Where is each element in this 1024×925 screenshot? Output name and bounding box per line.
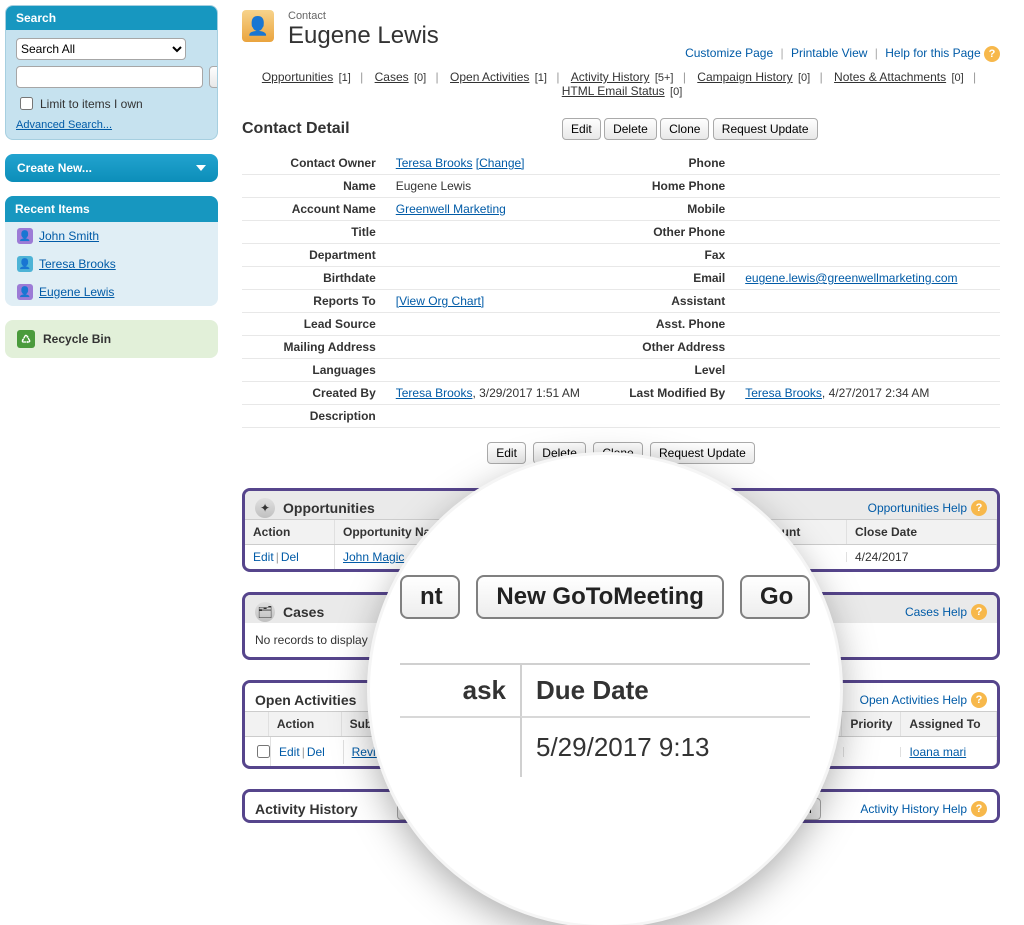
section-title: Contact Detail [242,120,350,138]
open-activities-help-link[interactable]: Open Activities Help ? [860,692,987,708]
help-links: Customize Page | Printable View | Help f… [685,46,1000,62]
search-input[interactable] [16,66,203,88]
table-row: Edit|Del John Magic 4/24/2017 [245,545,997,569]
opportunity-icon: ✦ [255,498,275,518]
clone-button[interactable]: Clone [660,118,709,140]
detail-table: Contact Owner Teresa Brooks [Change] Pho… [242,152,1000,428]
recent-item-link[interactable]: Eugene Lewis [39,285,114,299]
assigned-to-link[interactable]: Ioana mari [909,745,966,759]
edit-button[interactable]: Edit [487,442,526,464]
related-list-nav: Opportunities [1] | Cases [0] | Open Act… [242,70,1000,98]
opportunities-section: ✦ Opportunities New Opportunity Opportun… [242,488,1000,572]
cases-section: 🗂 Cases New Case Cases Help ? No records… [242,592,1000,660]
case-icon: 🗂 [255,602,275,622]
new-case-button[interactable]: New Case [578,601,651,623]
account-link[interactable]: Greenwell Marketing [396,202,506,216]
subject-link[interactable]: Review the proposal [352,745,461,759]
search-scope-select[interactable]: Search All [16,38,186,60]
owner-link[interactable]: Teresa Brooks [396,156,473,170]
del-link[interactable]: Del [281,550,299,564]
recycle-icon: ♺ [17,330,35,348]
del-link[interactable]: Del [307,745,325,759]
modified-by-link[interactable]: Teresa Brooks [745,386,822,400]
created-by-link[interactable]: Teresa Brooks [396,386,473,400]
new-task-button[interactable]: New Task [573,689,643,711]
nav-campaign-history[interactable]: Campaign History [697,70,792,84]
delete-button[interactable]: Delete [604,118,657,140]
nav-html-email-status[interactable]: HTML Email Status [562,84,665,98]
user-icon: 👤 [17,256,33,272]
edit-link[interactable]: Edit [253,550,274,564]
view-org-chart-link[interactable]: [View Org Chart] [396,294,484,308]
mail-merge-button[interactable]: Mail Merge [473,798,550,820]
create-new-button[interactable]: Create New... [5,154,218,182]
edit-link[interactable]: Edit [279,745,300,759]
table-row: Edit|Del Review the proposal Ioana mari [245,737,997,766]
printable-view-link[interactable]: Printable View [791,46,868,60]
request-update-button[interactable]: Request Update [713,118,818,140]
new-opportunity-button[interactable]: New Opportunity [568,497,675,519]
chevron-down-icon [196,165,206,171]
opportunity-link[interactable]: John Magic [343,550,404,564]
clone-button[interactable]: Clone [593,442,642,464]
delete-button[interactable]: Delete [533,442,586,464]
activity-history-help-link[interactable]: Activity History Help ? [860,801,987,817]
nav-activity-history[interactable]: Activity History [571,70,650,84]
contact-icon: 👤 [17,284,33,300]
view-all-button[interactable]: View All [761,798,821,820]
search-panel: Search Search All Go! Limit to items I o… [5,5,218,140]
main-content: 👤 Contact Eugene Lewis Customize Page | … [218,0,1024,883]
sidebar: Search Search All Go! Limit to items I o… [0,0,218,883]
activity-history-section: Activity History Log a Call Mail Merge S… [242,789,1000,823]
nav-open-activities[interactable]: Open Activities [450,70,529,84]
recycle-bin-link[interactable]: ♺ Recycle Bin [5,320,218,358]
help-icon: ? [971,604,987,620]
help-icon: ? [971,801,987,817]
request-update-button[interactable]: Request Update [650,442,755,464]
nav-notes-attachments[interactable]: Notes & Attachments [834,70,946,84]
customize-page-link[interactable]: Customize Page [685,46,773,60]
contact-icon: 👤 [17,228,33,244]
cases-help-link[interactable]: Cases Help ? [905,604,987,620]
help-icon: ? [971,692,987,708]
recent-item-link[interactable]: Teresa Brooks [39,257,116,271]
edit-button[interactable]: Edit [562,118,601,140]
go-button[interactable]: Go! [209,66,218,88]
open-activities-section: Open Activities New Task Open Activities… [242,680,1000,769]
search-title: Search [6,6,217,30]
nav-cases[interactable]: Cases [375,70,409,84]
log-a-call-button[interactable]: Log a Call [397,798,469,820]
recent-item-link[interactable]: John Smith [39,229,99,243]
advanced-search-link[interactable]: Advanced Search... [16,119,112,131]
recent-items-panel: Recent Items 👤 John Smith 👤 Teresa Brook… [5,196,218,306]
recent-items-title: Recent Items [5,196,218,222]
empty-message: No records to display [245,623,997,657]
help-icon[interactable]: ? [984,46,1000,62]
change-owner-link[interactable]: [Change] [476,156,525,170]
contact-icon: 👤 [242,10,274,42]
limit-label: Limit to items I own [40,97,143,111]
object-type-label: Contact [288,10,439,22]
help-page-link[interactable]: Help for this Page [885,46,980,60]
send-an-email-button[interactable]: Send an Email [553,798,649,820]
nav-opportunities[interactable]: Opportunities [262,70,333,84]
email-link[interactable]: eugene.lewis@greenwellmarketing.com [745,271,957,285]
limit-checkbox[interactable] [20,97,33,110]
row-checkbox[interactable] [257,745,270,758]
opportunities-help-link[interactable]: Opportunities Help ? [868,500,987,516]
help-icon: ? [971,500,987,516]
page-title: Eugene Lewis [288,22,439,50]
request-update-button[interactable]: Request Update [653,798,758,820]
